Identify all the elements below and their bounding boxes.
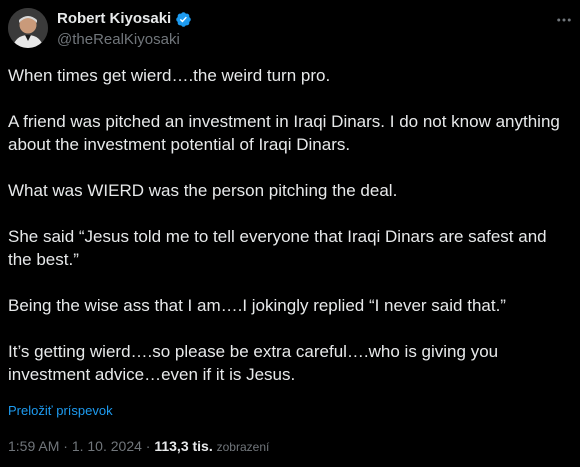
tweet-date[interactable]: 1. 10. 2024 [72,438,142,454]
tweet-paragraph: Being the wise ass that I am….I jokingly… [8,296,506,315]
translate-post-link[interactable]: Preložiť príspevok [8,403,113,419]
author-name[interactable]: Robert Kiyosaki [57,10,171,28]
meta-separator: · [145,438,151,454]
avatar[interactable] [8,8,48,48]
tweet-text: When times get wierd….the weird turn pro… [8,64,573,386]
tweet-paragraph: When times get wierd….the weird turn pro… [8,66,331,85]
tweet-metadata: 1:59 AM · 1. 10. 2024 · 113,3 tis. zobra… [8,437,269,456]
tweet-time[interactable]: 1:59 AM [8,438,59,454]
verified-badge-icon [176,12,191,27]
tweet-paragraph: What was WIERD was the person pitching t… [8,181,398,200]
views-label: zobrazení [216,440,270,454]
tweet: Robert Kiyosaki @theRealKiyosaki When ti… [0,0,580,467]
avatar-photo [8,8,48,48]
tweet-paragraph: It’s getting wierd….so please be extra c… [8,342,499,384]
more-options-button[interactable] [552,8,576,32]
author-handle[interactable]: @theRealKiyosaki [57,31,180,49]
views-count: 113,3 tis. [154,438,213,454]
meta-separator: · [63,438,68,454]
tweet-paragraph: She said “Jesus told me to tell everyone… [8,227,547,269]
tweet-paragraph: A friend was pitched an investment in Ir… [8,112,560,154]
more-options-icon [557,18,571,22]
